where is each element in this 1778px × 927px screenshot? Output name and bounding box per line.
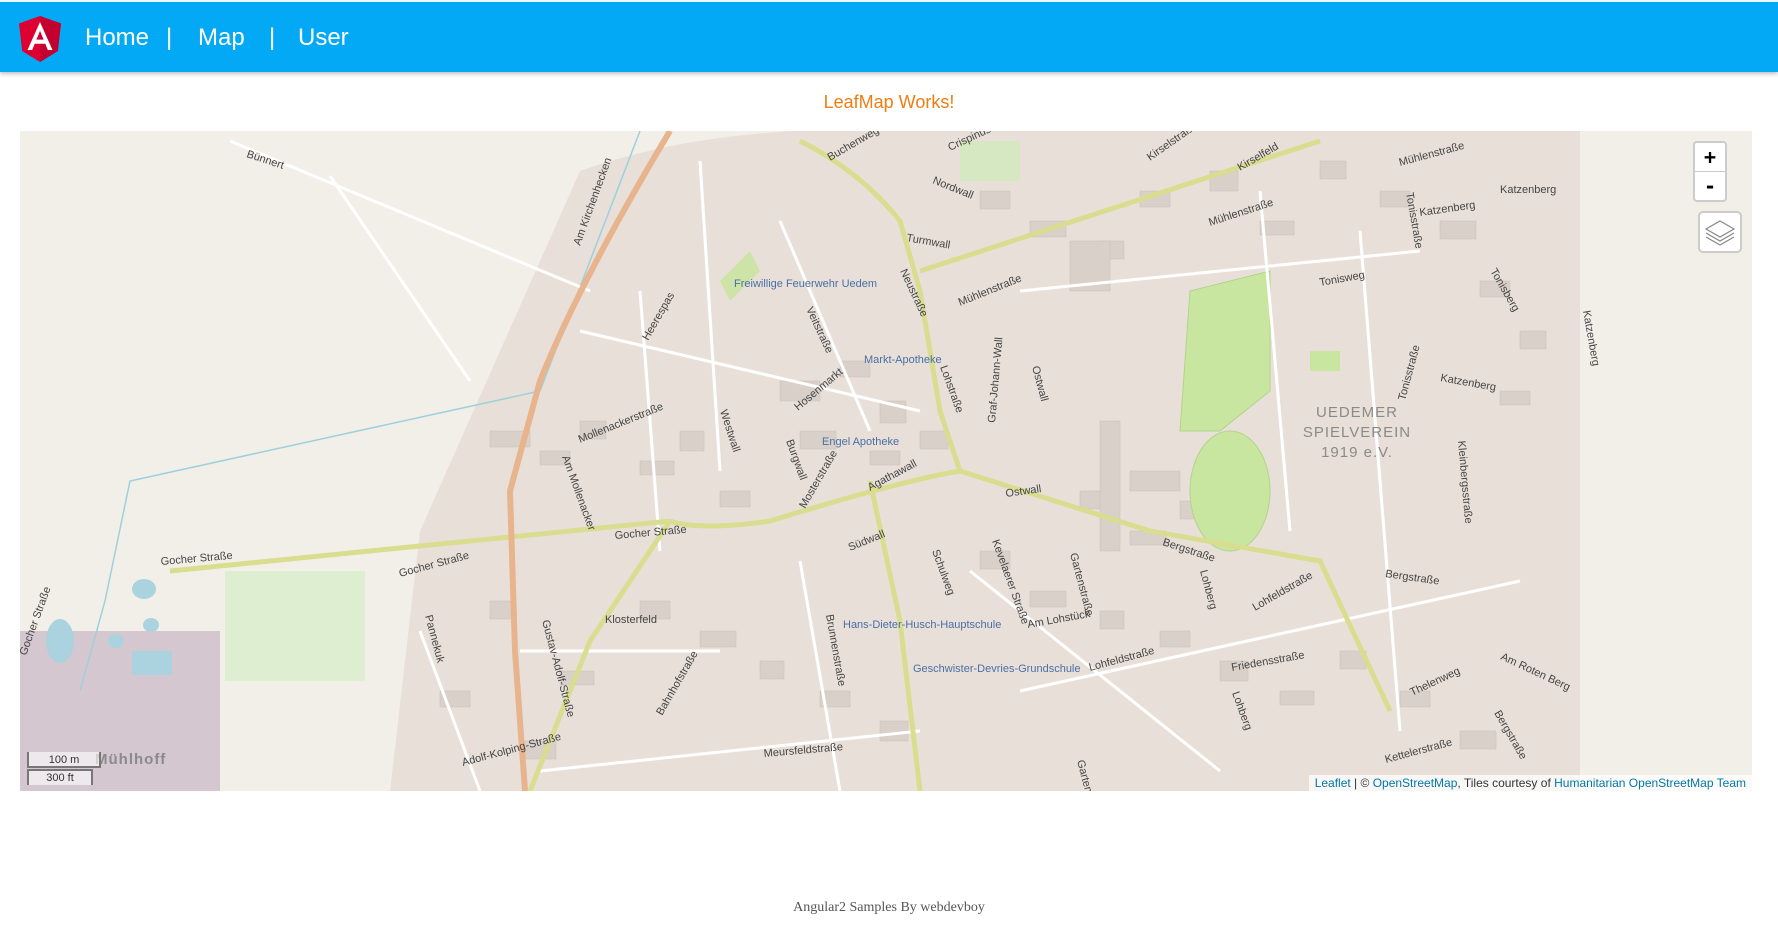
map-tiles[interactable]: Bünnert Am Kirchenhecken Nordwall Mühlen… — [20, 131, 1752, 791]
zoom-out-button[interactable]: - — [1695, 171, 1725, 200]
poi-label[interactable]: Engel Apotheke — [822, 436, 899, 448]
nav-home-link[interactable]: Home — [85, 24, 149, 52]
map-attribution: Leaflet | © OpenStreetMap, Tiles courtes… — [1308, 775, 1752, 791]
poi-label[interactable]: Markt-Apotheke — [864, 354, 942, 366]
poi-label[interactable]: Geschwister-Devries-Grundschule — [913, 663, 1081, 675]
page-footer: Angular2 Samples By webdevboy — [793, 900, 985, 915]
leaflet-link[interactable]: Leaflet — [1315, 776, 1351, 790]
osm-link[interactable]: OpenStreetMap — [1373, 776, 1458, 790]
layers-control-button[interactable] — [1698, 211, 1742, 253]
angular-logo-icon[interactable] — [19, 16, 61, 62]
scale-metric: 100 m — [27, 752, 101, 768]
area-label: SPIELVEREIN — [1303, 424, 1411, 441]
attribution-separator: | © — [1350, 776, 1373, 790]
hot-link[interactable]: Humanitarian OpenStreetMap Team — [1554, 776, 1746, 790]
street-label: Klosterfeld — [605, 614, 657, 626]
nav-separator: | — [269, 24, 276, 51]
area-label: UEDEMER — [1316, 404, 1398, 421]
place-label: Mühlhoff — [95, 751, 166, 768]
poi-label[interactable]: Hans-Dieter-Husch-Hauptschule — [843, 619, 1001, 631]
street-label: Katzenberg — [1580, 309, 1602, 366]
area-label: 1919 e.V. — [1321, 444, 1393, 461]
nav-separator: | — [166, 24, 173, 51]
zoom-in-button[interactable]: + — [1695, 143, 1725, 171]
attribution-tiles-text: , Tiles courtesy of — [1457, 776, 1555, 790]
poi-label[interactable]: Freiwillige Feuerwehr Uedem — [734, 278, 877, 290]
scale-imperial: 300 ft — [27, 769, 93, 785]
layers-icon — [1704, 220, 1736, 246]
zoom-control: + - — [1693, 141, 1727, 202]
nav-user-link[interactable]: User — [298, 24, 349, 52]
street-label: Katzenberg — [1500, 184, 1556, 196]
scale-bar: 100 m 300 ft — [27, 752, 101, 785]
leaflet-map[interactable]: Bünnert Am Kirchenhecken Nordwall Mühlen… — [20, 131, 1752, 791]
top-navbar: Home | Map | User — [0, 0, 1778, 72]
page-headline: LeafMap Works! — [823, 92, 955, 112]
nav-map-link[interactable]: Map — [198, 24, 245, 52]
